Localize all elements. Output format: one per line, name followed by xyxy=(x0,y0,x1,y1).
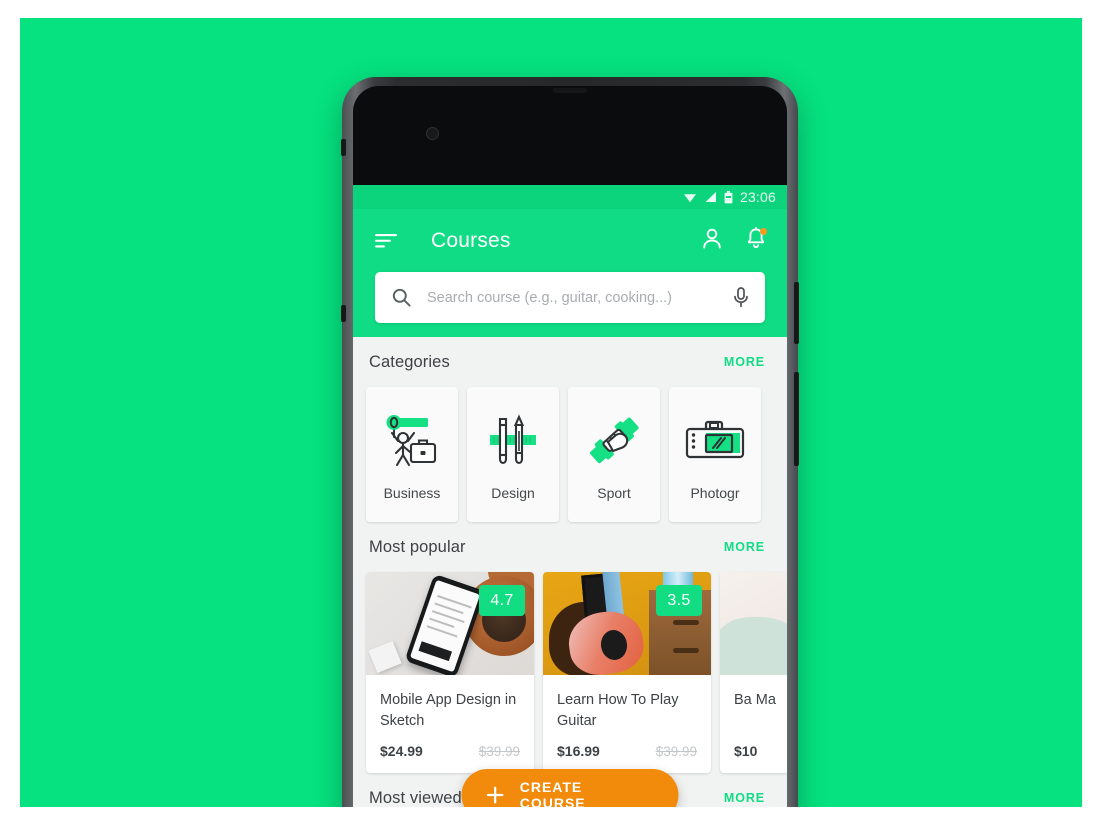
rating-badge: 3.5 xyxy=(656,585,702,616)
course-prices: $24.99 $39.99 xyxy=(366,731,534,773)
course-body: Ba Ma xyxy=(720,675,787,731)
status-bar-time: 23:06 xyxy=(739,189,776,205)
course-body: Mobile App Design in Sketch xyxy=(366,675,534,731)
most-viewed-more-button[interactable]: MORE xyxy=(724,791,765,805)
plus-icon xyxy=(486,786,504,804)
section-header-most-popular: Most popular MORE xyxy=(353,522,787,572)
search-icon xyxy=(392,288,411,307)
cellular-signal-icon xyxy=(705,192,716,202)
wifi-icon xyxy=(683,194,696,203)
notifications-button[interactable] xyxy=(745,226,767,255)
page-title: Courses xyxy=(431,228,511,252)
power-button[interactable] xyxy=(794,282,799,344)
categories-more-button[interactable]: MORE xyxy=(724,355,765,369)
hamburger-menu-icon[interactable] xyxy=(375,233,397,249)
category-label: Sport xyxy=(597,484,631,501)
microphone-icon[interactable] xyxy=(733,287,749,308)
course-prices: $16.99 $39.99 xyxy=(543,731,711,773)
search-input-wrap xyxy=(427,289,733,307)
status-bar: 23:06 xyxy=(353,185,787,209)
section-title: Most viewed xyxy=(369,788,462,807)
category-label: Design xyxy=(491,484,535,501)
most-popular-more-button[interactable]: MORE xyxy=(724,540,765,554)
earpiece-speaker xyxy=(553,88,587,93)
search-input[interactable] xyxy=(427,289,733,306)
course-thumbnail: 3.5 xyxy=(543,572,711,675)
create-course-label: CREATE COURSE xyxy=(519,779,586,807)
category-label: Photogr xyxy=(690,484,740,501)
course-price: $10 xyxy=(734,743,758,759)
search-zone xyxy=(353,272,787,337)
create-course-button[interactable]: CREATE COURSE xyxy=(461,769,679,807)
left-edge-notch-bottom xyxy=(341,305,346,322)
search-bar[interactable] xyxy=(375,272,765,323)
course-old-price: $39.99 xyxy=(655,744,697,760)
category-card-sport[interactable]: Sport xyxy=(568,387,660,522)
course-price: $16.99 xyxy=(557,743,600,760)
category-card-business[interactable]: Business xyxy=(366,387,458,522)
pencil-and-pen-icon xyxy=(482,409,544,471)
makeup-photo xyxy=(720,572,787,675)
category-label: Business xyxy=(383,484,441,501)
app-screen: 23:06 Courses Search course (e.g., guita… xyxy=(353,185,787,807)
section-header-categories: Categories MORE xyxy=(353,337,787,387)
left-edge-notch-top xyxy=(341,139,346,156)
course-card[interactable]: 4.7 Mobile App Design in Sketch $24.99 $… xyxy=(366,572,534,774)
course-prices: $10 xyxy=(720,731,787,773)
course-card[interactable]: Ba Ma $10 xyxy=(720,572,787,774)
poster-canvas: 23:06 Courses Search course (e.g., guita… xyxy=(20,18,1082,807)
course-thumbnail: 4.7 xyxy=(366,572,534,675)
course-price: $24.99 xyxy=(380,743,423,760)
dumbbell-icon xyxy=(583,409,645,471)
category-card-photography[interactable]: Photogr xyxy=(669,387,761,522)
course-card[interactable]: 3.5 Learn How To Play Guitar $16.99 $39.… xyxy=(543,572,711,774)
course-body: Learn How To Play Guitar xyxy=(543,675,711,731)
categories-strip[interactable]: Business Design Sport Photogr xyxy=(353,387,787,522)
course-title: Learn How To Play Guitar xyxy=(557,692,679,729)
app-bar: Courses xyxy=(353,209,787,272)
phone-device-mockup: 23:06 Courses Search course (e.g., guita… xyxy=(341,77,799,807)
person-icon xyxy=(703,228,721,248)
section-title: Categories xyxy=(369,352,450,371)
business-presenter-icon xyxy=(381,409,443,471)
course-old-price: $39.99 xyxy=(478,744,520,760)
most-popular-strip[interactable]: 4.7 Mobile App Design in Sketch $24.99 $… xyxy=(353,572,787,774)
course-title: Ba Ma xyxy=(734,692,776,708)
rating-badge: 4.7 xyxy=(479,585,525,616)
notification-badge xyxy=(760,227,767,235)
volume-button[interactable] xyxy=(794,372,799,466)
battery-icon xyxy=(724,190,733,203)
course-thumbnail xyxy=(720,572,787,675)
section-title: Most popular xyxy=(369,537,466,556)
front-camera-icon xyxy=(426,127,439,140)
course-title: Mobile App Design in Sketch xyxy=(380,692,517,729)
category-card-design[interactable]: Design xyxy=(467,387,559,522)
camera-icon xyxy=(684,409,746,471)
profile-button[interactable] xyxy=(701,227,723,255)
screenshot-stage: 23:06 Courses Search course (e.g., guita… xyxy=(0,0,1100,828)
